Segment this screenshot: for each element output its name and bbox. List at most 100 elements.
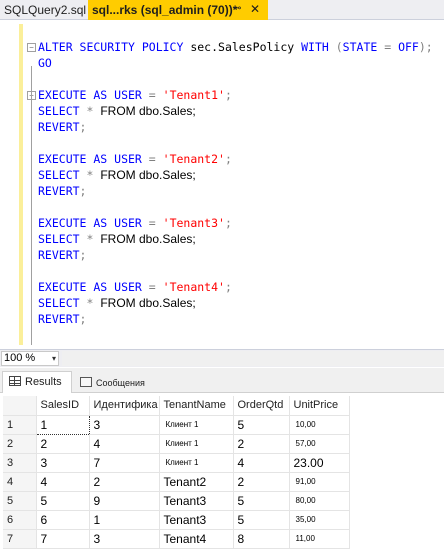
grid-cell[interactable]: Tenant3 <box>159 491 234 511</box>
grid-cell[interactable]: 2 <box>233 472 290 492</box>
tab-messages[interactable]: Сообщения <box>74 371 152 393</box>
column-header-salesid[interactable]: SalesID <box>36 396 90 416</box>
sql-keyword: WITH <box>301 40 336 54</box>
grid-cell[interactable]: 23.00 <box>289 453 350 473</box>
table-row[interactable]: 3 3 7 Клиент 1 4 23.00 <box>3 453 350 473</box>
sql-string: 'Tenant1' <box>162 88 225 102</box>
grid-cell[interactable]: 4 <box>89 434 160 454</box>
grid-cell[interactable]: 6 <box>36 510 90 530</box>
grid-cell[interactable]: 5 <box>233 491 290 511</box>
row-number-header[interactable] <box>3 396 37 416</box>
grid-cell[interactable]: 5 <box>36 491 90 511</box>
grid-cell[interactable]: Клиент 1 <box>159 453 234 473</box>
grid-cell[interactable]: 3 <box>89 415 160 435</box>
sql-operator: ; <box>224 88 232 102</box>
code-line[interactable]: REVERT; <box>38 120 86 134</box>
grid-cell[interactable]: 1 <box>35 414 90 435</box>
code-line[interactable]: SELECT * FROM dbo.Sales; <box>38 232 196 246</box>
grid-cell[interactable]: 1 <box>89 510 160 530</box>
code-line[interactable]: EXECUTE AS USER = 'Tenant4'; <box>38 280 232 294</box>
grid-cell[interactable]: 8 <box>233 529 290 549</box>
grid-cell[interactable]: 2 <box>89 472 160 492</box>
sql-operator: ; <box>79 120 87 134</box>
code-line[interactable]: REVERT; <box>38 312 86 326</box>
sql-operator: * <box>86 104 101 118</box>
sql-operator: ; <box>79 184 87 198</box>
grid-cell[interactable]: 5 <box>233 415 290 435</box>
row-number-cell[interactable]: 5 <box>3 491 37 511</box>
code-line[interactable]: EXECUTE AS USER = 'Tenant2'; <box>38 152 232 166</box>
table-row[interactable]: 2 2 4 Клиент 1 2 57,00 <box>3 434 350 454</box>
pin-icon[interactable]: ⊸ <box>233 3 241 14</box>
code-line[interactable]: SELECT * FROM dbo.Sales; <box>38 104 196 118</box>
grid-cell[interactable]: 2 <box>233 434 290 454</box>
grid-cell[interactable]: 7 <box>36 529 90 549</box>
sql-identifier: FROM dbo.Sales; <box>100 296 196 310</box>
results-grid[interactable]: SalesID Идентифика TenantName OrderQtd U… <box>0 394 444 559</box>
table-row[interactable]: 4 4 2 Tenant2 2 91,00 <box>3 472 350 492</box>
grid-cell[interactable]: 2 <box>36 434 90 454</box>
code-line[interactable]: EXECUTE AS USER = 'Tenant1'; <box>38 88 232 102</box>
grid-cell[interactable]: 5 <box>233 510 290 530</box>
tab-active-query[interactable]: sql...rks (sql_admin (70))* ⊸ ✕ <box>88 0 268 20</box>
table-row[interactable]: 7 7 3 Tenant4 8 11,00 <box>3 529 350 549</box>
chevron-down-icon[interactable]: ▾ <box>52 352 56 365</box>
grid-cell[interactable]: 10,00 <box>289 415 350 435</box>
code-line[interactable]: EXECUTE AS USER = 'Tenant3'; <box>38 216 232 230</box>
grid-cell[interactable]: 3 <box>36 453 90 473</box>
sql-keyword: REVERT <box>38 248 80 262</box>
code-line[interactable]: REVERT; <box>38 184 86 198</box>
grid-cell[interactable]: Клиент 1 <box>159 415 234 435</box>
column-header-tenantname[interactable]: TenantName <box>159 396 234 416</box>
code-line[interactable]: SELECT * FROM dbo.Sales; <box>38 296 196 310</box>
code-line[interactable]: GO <box>38 56 52 70</box>
row-number-cell[interactable]: 4 <box>3 472 37 492</box>
grid-cell[interactable]: Tenant4 <box>159 529 234 549</box>
sql-keyword: REVERT <box>38 312 80 326</box>
horizontal-scrollbar[interactable] <box>62 351 444 366</box>
grid-cell[interactable]: Tenant3 <box>159 510 234 530</box>
row-number-cell[interactable]: 7 <box>3 529 37 549</box>
grid-cell[interactable]: 9 <box>89 491 160 511</box>
results-tab-bar: Results Сообщения <box>0 368 444 393</box>
grid-cell[interactable]: Клиент 1 <box>159 434 234 454</box>
sql-keyword: SELECT <box>38 296 87 310</box>
row-number-cell[interactable]: 2 <box>3 434 37 454</box>
column-header-unitprice[interactable]: UnitPrice <box>289 396 350 416</box>
sql-operator: ( <box>335 40 343 54</box>
sql-identifier: sec.SalesPolicy <box>190 40 302 54</box>
zoom-select[interactable]: 100 % ▾ <box>1 351 59 366</box>
collapse-icon[interactable]: − <box>27 43 36 52</box>
column-header-identifier[interactable]: Идентифика <box>89 396 160 416</box>
table-row[interactable]: 5 5 9 Tenant3 5 80,00 <box>3 491 350 511</box>
grid-cell[interactable]: 7 <box>89 453 160 473</box>
zoom-value: 100 % <box>4 352 36 364</box>
row-number-cell[interactable]: 1 <box>3 415 37 435</box>
column-header-orderqtd[interactable]: OrderQtd <box>233 396 290 416</box>
table-row[interactable]: 1 1 3 Клиент 1 5 10,00 <box>3 414 350 435</box>
tab-results[interactable]: Results <box>2 371 72 393</box>
sql-keyword: REVERT <box>38 120 80 134</box>
close-icon[interactable]: ✕ <box>250 2 260 16</box>
code-line[interactable]: REVERT; <box>38 248 86 262</box>
code-line[interactable]: SELECT * FROM dbo.Sales; <box>38 168 196 182</box>
sql-string: 'Tenant3' <box>162 216 225 230</box>
header-row: SalesID Идентифика TenantName OrderQtd U… <box>3 396 350 416</box>
grid-cell[interactable]: 11,00 <box>289 529 350 549</box>
table-row[interactable]: 6 6 1 Tenant3 5 35,00 <box>3 510 350 530</box>
query-editor[interactable]: − − ALTER SECURITY POLICY sec.SalesPolic… <box>0 20 444 348</box>
grid-cell[interactable]: Tenant2 <box>159 472 234 492</box>
sql-operator: ; <box>224 280 232 294</box>
grid-cell[interactable]: 80,00 <box>289 491 350 511</box>
row-number-cell[interactable]: 6 <box>3 510 37 530</box>
grid-cell[interactable]: 57,00 <box>289 434 350 454</box>
grid-cell[interactable]: 35,00 <box>289 510 350 530</box>
grid-cell[interactable]: 4 <box>36 472 90 492</box>
grid-cell[interactable]: 3 <box>89 529 160 549</box>
grid-cell[interactable]: 91,00 <box>289 472 350 492</box>
sql-keyword: ALTER SECURITY POLICY <box>38 40 191 54</box>
tab-sqlquery2[interactable]: SQLQuery2.sql <box>0 0 90 19</box>
code-line[interactable]: ALTER SECURITY POLICY sec.SalesPolicy WI… <box>38 40 433 54</box>
row-number-cell[interactable]: 3 <box>3 453 37 473</box>
grid-cell[interactable]: 4 <box>233 453 290 473</box>
